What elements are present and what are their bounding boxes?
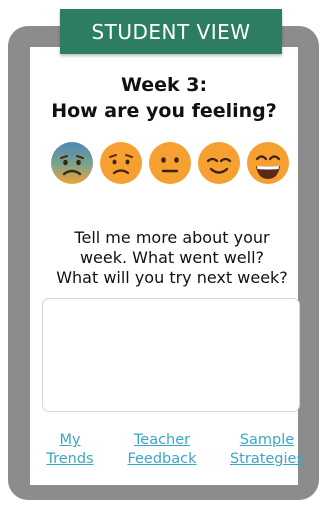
reflection-text-area[interactable]	[42, 298, 300, 412]
feeling-question: How are you feeling?	[51, 100, 277, 122]
reflection-prompt: Tell me more about your week. What went …	[30, 228, 314, 288]
student-view-banner: STUDENT VIEW	[60, 9, 282, 54]
sample-strategies-link-line-2: Strategies	[229, 451, 305, 467]
teacher-feedback-link-line-1: Teacher	[133, 432, 191, 448]
my-trends-link[interactable]: My Trends	[44, 431, 96, 469]
sad-face-icon[interactable]	[99, 141, 143, 185]
happy-face-icon[interactable]	[246, 141, 290, 185]
banner-label: STUDENT VIEW	[91, 19, 251, 44]
sample-strategies-link-line-1: Sample	[239, 432, 295, 448]
prompt-line-1: Tell me more about your	[74, 228, 270, 247]
miserable-face-icon[interactable]	[50, 141, 94, 185]
week-label: Week 3:	[120, 74, 208, 96]
sample-strategies-link[interactable]: Sample Strategies	[228, 431, 306, 469]
prompt-line-3: What will you try next week?	[56, 268, 288, 287]
student-view-page: STUDENT VIEW Week 3: How are you feeling…	[0, 0, 327, 508]
prompt-line-2: week. What went well?	[79, 248, 265, 267]
teacher-feedback-link[interactable]: Teacher Feedback	[126, 431, 198, 469]
page-title: Week 3: How are you feeling?	[30, 72, 298, 124]
mood-selector	[50, 141, 289, 187]
teacher-feedback-link-line-2: Feedback	[127, 451, 197, 467]
my-trends-link-line-1: My	[59, 432, 81, 448]
neutral-face-icon[interactable]	[148, 141, 192, 185]
my-trends-link-line-2: Trends	[46, 451, 94, 467]
content-face-icon[interactable]	[197, 141, 241, 185]
